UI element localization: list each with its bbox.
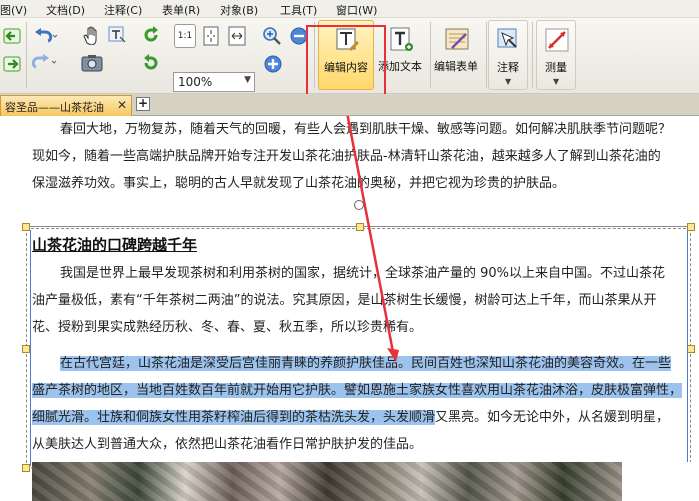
text-line: 我国是世界上最早发现茶树和利用茶树的国家，据统计，全球茶油产量的 90%以上来自… <box>60 266 666 281</box>
edit-form-button[interactable]: 编辑表单 <box>428 20 484 90</box>
paragraph-intro: 春回大地，万物复苏，随着天气的回暖，有些人会遇到肌肤干燥、敏感等问题。如何解决肌… <box>32 116 671 197</box>
chevron-down-icon: ▼ <box>553 77 560 86</box>
text-line: 油产量极低，素有“千年茶树二两油”的说法。究其原因，是山茶树生长缓慢，树龄可达上… <box>32 293 657 308</box>
document-tab-bar: 容圣品——山茶花油 ✕ + <box>0 94 699 116</box>
selected-text: 盛产茶树的地区，当地百姓数百年前就开始用它护肤。譬如恩施土家族女性喜欢用山茶花油… <box>32 383 683 398</box>
menu-bar: 图(V) 文档(D) 注释(C) 表单(R) 对象(B) 工具(T) 窗口(W) <box>0 0 699 18</box>
text-line: 现如今，随着一些高端护肤品牌开始专注开发山茶花油护肤品-林清轩山茶花油，越来越多… <box>32 149 661 164</box>
menu-forms[interactable]: 表单(R) <box>162 2 200 18</box>
fit-page-icon[interactable] <box>200 24 222 48</box>
resize-handle[interactable] <box>22 223 30 231</box>
rotate-clockwise-icon[interactable] <box>140 24 162 46</box>
actual-size-label: 1:1 <box>177 31 193 41</box>
annotate-button[interactable]: 注释 ▼ <box>488 20 528 90</box>
menu-document[interactable]: 文档(D) <box>46 2 85 18</box>
zoom-tool-icon[interactable] <box>262 26 282 46</box>
resize-handle[interactable] <box>356 223 364 231</box>
paragraph-selected[interactable]: 在古代宫廷，山茶花油是深受后宫佳丽青睐的养颜护肤佳品。民间百姓也深知山茶花油的美… <box>32 350 683 458</box>
text-line: 保湿滋养功效。事实上，聪明的古人早就发现了山茶花油的奥秘，并把它视为珍贵的护肤品… <box>32 176 566 191</box>
text-line: 从美肤达人到普通大众，依然把山茶花油看作日常护肤护发的佳品。 <box>32 437 423 452</box>
menu-comments[interactable]: 注释(C) <box>104 2 142 18</box>
selected-text: 在古代宫廷，山茶花油是深受后宫佳丽青睐的养颜护肤佳品。民间百姓也深知山茶花油的美… <box>60 356 672 371</box>
menu-tools[interactable]: 工具(T) <box>280 2 317 18</box>
document-image <box>32 462 622 501</box>
text-line: 花、授粉到果实成熟经历秋、冬、春、夏、秋五季，所以珍贵稀有。 <box>32 320 423 335</box>
annotation-highlight-box <box>306 25 386 99</box>
resize-handle[interactable] <box>687 223 695 231</box>
edit-form-icon <box>445 28 469 50</box>
plus-icon: + <box>137 96 149 110</box>
resize-handle[interactable] <box>687 345 695 353</box>
document-view[interactable]: 春回大地，万物复苏，随着天气的回暖，有些人会遇到肌肤干燥、敏感等问题。如何解决肌… <box>0 116 699 501</box>
paragraph-history: 我国是世界上最早发现茶树和利用茶树的国家，据统计，全球茶油产量的 90%以上来自… <box>32 260 665 341</box>
menu-objects[interactable]: 对象(B) <box>220 2 258 18</box>
chevron-down-icon: ▼ <box>505 77 512 86</box>
zoom-in-icon[interactable] <box>262 54 284 74</box>
edit-form-label: 编辑表单 <box>434 60 478 73</box>
rotate-handle[interactable] <box>354 200 364 210</box>
annotate-icon <box>497 28 517 48</box>
snapshot-icon[interactable] <box>80 52 104 74</box>
forward-icon[interactable] <box>2 54 22 74</box>
section-heading: 山茶花油的口碑跨越千年 <box>32 236 198 254</box>
measure-button[interactable]: 测量 ▼ <box>536 20 576 90</box>
back-icon[interactable] <box>2 26 22 46</box>
zoom-value: 100% <box>178 75 213 89</box>
text-box-edge <box>687 230 688 466</box>
hand-tool-icon[interactable] <box>80 24 102 46</box>
document-tab-label: 容圣品——山茶花油 <box>5 101 104 114</box>
page-background <box>622 462 699 501</box>
undo-icon[interactable] <box>32 26 58 46</box>
document-tab[interactable]: 容圣品——山茶花油 ✕ <box>0 95 132 116</box>
measure-label: 测量 <box>545 61 567 74</box>
actual-size-button[interactable]: 1:1 <box>174 24 196 48</box>
text-line: 春回大地，万物复苏，随着天气的回暖，有些人会遇到肌肤干燥、敏感等问题。如何解决肌… <box>60 122 672 137</box>
menu-view[interactable]: 图(V) <box>0 2 27 18</box>
annotate-label: 注释 <box>497 61 519 74</box>
resize-handle[interactable] <box>22 345 30 353</box>
redo-icon[interactable] <box>32 52 58 72</box>
zoom-select[interactable]: 100% ▼ <box>173 72 255 92</box>
chevron-down-icon: ▼ <box>244 75 251 85</box>
resize-handle[interactable] <box>22 464 30 472</box>
text-box-edge <box>30 230 31 466</box>
menu-window[interactable]: 窗口(W) <box>336 2 377 18</box>
text-line-tail: 又黑亮。如今无论中外，从名媛到明星， <box>435 410 670 425</box>
select-text-icon[interactable] <box>106 24 128 46</box>
fit-width-icon[interactable] <box>226 24 248 48</box>
add-text-icon <box>390 27 413 51</box>
new-tab-button[interactable]: + <box>136 97 150 111</box>
selected-text: 细腻光滑。壮族和侗族女性用茶籽榨油后得到的茶枯洗头发，头发顺滑 <box>32 410 436 425</box>
rotate-counterclockwise-icon[interactable] <box>140 52 162 74</box>
close-icon[interactable]: ✕ <box>117 98 127 112</box>
measure-icon <box>545 28 569 52</box>
